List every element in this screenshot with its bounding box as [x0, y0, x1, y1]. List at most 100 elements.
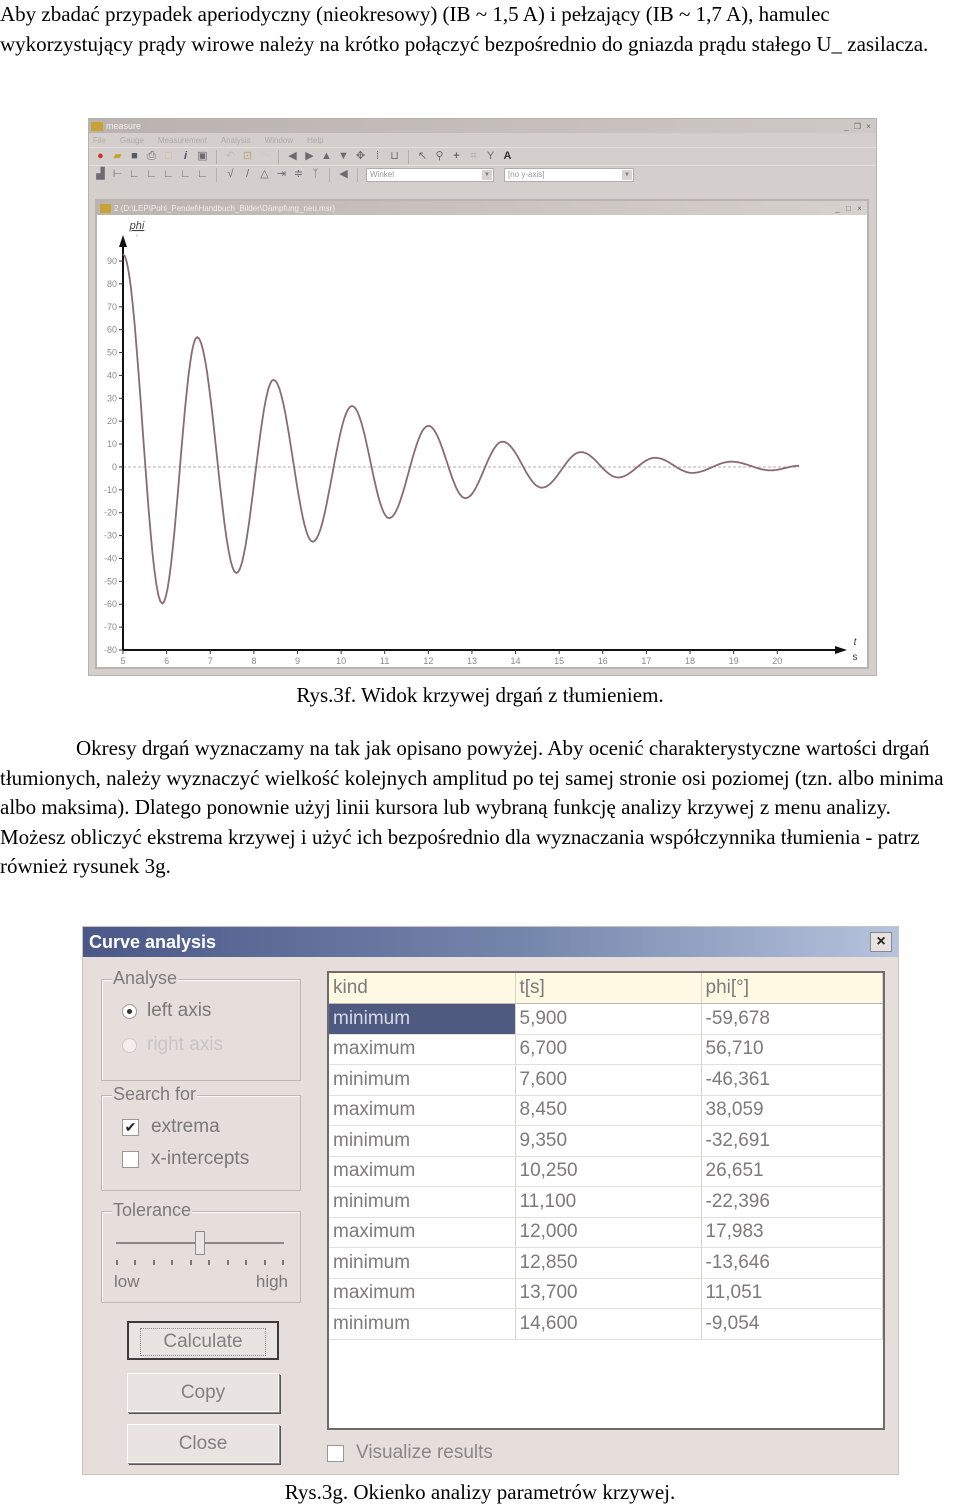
filter-icon[interactable]: ≑	[293, 169, 304, 180]
calculate-button[interactable]: Calculate	[127, 1321, 279, 1360]
clipboard-icon[interactable]: ⊡	[242, 151, 253, 162]
maximize-icon[interactable]: □	[844, 204, 853, 213]
cell-t[interactable]: 13,700	[515, 1278, 702, 1309]
cell-phi[interactable]: 56,710	[701, 1034, 883, 1065]
axis1-icon[interactable]: ∟	[129, 169, 140, 180]
close-icon[interactable]: ×	[864, 122, 873, 131]
up-icon[interactable]: ▲	[321, 151, 332, 162]
table-row[interactable]: maximum 6,700 56,710	[329, 1034, 883, 1065]
left-icon[interactable]: ◀	[287, 151, 298, 162]
cell-phi[interactable]: -9,054	[701, 1308, 883, 1340]
table-row[interactable]: maximum 12,000 17,983	[329, 1217, 883, 1248]
cell-t[interactable]: 8,450	[515, 1095, 702, 1126]
down-icon[interactable]: ▼	[338, 151, 349, 162]
move-icon[interactable]: ✥	[355, 151, 366, 162]
info-icon[interactable]: i	[180, 151, 191, 162]
x-intercepts-checkbox[interactable]: x-intercepts	[122, 1148, 249, 1170]
cell-t[interactable]: 10,250	[515, 1156, 702, 1187]
menu-help[interactable]: Help	[307, 136, 323, 145]
column-header-kind[interactable]: kind	[329, 973, 516, 1004]
arrow-icon[interactable]: ⇥	[276, 169, 287, 180]
crosshair-icon[interactable]: +	[451, 151, 462, 162]
restore-icon[interactable]: ❐	[853, 122, 862, 131]
menu-gauge[interactable]: Gauge	[120, 136, 144, 145]
cell-phi[interactable]: 17,983	[701, 1217, 883, 1248]
extrema-checkbox[interactable]: ✔ extrema	[122, 1116, 220, 1138]
cell-t[interactable]: 9,350	[515, 1125, 702, 1157]
close-icon[interactable]: ×	[855, 204, 864, 213]
cell-phi[interactable]: -46,361	[701, 1064, 883, 1096]
table-row[interactable]: maximum 8,450 38,059	[329, 1095, 883, 1126]
cell-kind[interactable]: maximum	[329, 1034, 516, 1065]
pointer-icon[interactable]: ↖	[417, 151, 428, 162]
menu-measurement[interactable]: Measurement	[158, 136, 207, 145]
cell-kind[interactable]: maximum	[329, 1156, 516, 1187]
cell-kind[interactable]: maximum	[329, 1217, 516, 1248]
close-icon[interactable]: ×	[870, 932, 892, 952]
cell-phi[interactable]: 38,059	[701, 1095, 883, 1126]
cell-phi[interactable]: -22,396	[701, 1186, 883, 1218]
zoom-x-icon[interactable]: ⁞	[372, 151, 383, 162]
table-row[interactable]: maximum 10,250 26,651	[329, 1156, 883, 1187]
tolerance-slider-thumb[interactable]	[195, 1231, 205, 1255]
cell-phi[interactable]: -32,691	[701, 1125, 883, 1157]
axis4-icon[interactable]: ∟	[180, 169, 191, 180]
table-row[interactable]: minimum 7,600 -46,361	[329, 1064, 883, 1096]
print-icon[interactable]: ⎙	[146, 151, 157, 162]
cell-t[interactable]: 7,600	[515, 1064, 702, 1096]
menu-file[interactable]: File	[93, 136, 106, 145]
text-icon[interactable]: A	[502, 151, 513, 162]
cell-kind[interactable]: minimum	[329, 1186, 516, 1218]
undo-icon[interactable]: ↶	[225, 151, 236, 162]
menu-window[interactable]: Window	[265, 136, 293, 145]
visualize-results-checkbox[interactable]: Visualize results	[327, 1442, 493, 1464]
cell-kind[interactable]: minimum	[329, 1064, 516, 1096]
menu-analysis[interactable]: Analysis	[221, 136, 251, 145]
fit-icon[interactable]: √	[225, 169, 236, 180]
chevron-down-icon[interactable]: ▼	[622, 169, 632, 180]
column-header-phi[interactable]: phi[°]	[701, 973, 883, 1004]
cell-kind[interactable]: maximum	[329, 1278, 516, 1309]
marker-icon[interactable]: Y	[485, 151, 496, 162]
redo-icon[interactable]: ↷	[259, 151, 270, 162]
curve-icon[interactable]: ⊢	[112, 169, 123, 180]
axis2-icon[interactable]: ∟	[146, 169, 157, 180]
axis5-icon[interactable]: ∟	[197, 169, 208, 180]
right-icon[interactable]: ▶	[304, 151, 315, 162]
cell-t[interactable]: 14,600	[515, 1308, 702, 1340]
cell-kind[interactable]: minimum	[329, 1247, 516, 1279]
tool-icon[interactable]: ᛉ	[310, 169, 321, 180]
minimize-icon[interactable]: _	[833, 204, 842, 213]
cell-kind[interactable]: minimum	[329, 1003, 516, 1035]
table-row[interactable]: minimum 9,350 -32,691	[329, 1125, 883, 1157]
table-row[interactable]: minimum 14,600 -9,054	[329, 1308, 883, 1340]
cell-kind[interactable]: maximum	[329, 1095, 516, 1126]
cell-phi[interactable]: 26,651	[701, 1156, 883, 1187]
zoom-y-icon[interactable]: ⊔	[389, 151, 400, 162]
column-header-t[interactable]: t[s]	[515, 973, 702, 1004]
grid-icon[interactable]: ⌗	[468, 151, 479, 162]
save-icon[interactable]: ■	[129, 151, 140, 162]
table-row[interactable]: minimum 12,850 -13,646	[329, 1247, 883, 1279]
minimize-icon[interactable]: _	[842, 122, 851, 131]
window-icon[interactable]: □	[163, 151, 174, 162]
table-row[interactable]: maximum 13,700 11,051	[329, 1278, 883, 1309]
image-icon[interactable]: ▣	[197, 151, 208, 162]
y-axis-select[interactable]: [no y-axis] ▼	[504, 167, 634, 182]
pen-icon[interactable]: /	[242, 169, 253, 180]
cell-t[interactable]: 11,100	[515, 1186, 702, 1218]
histogram-icon[interactable]: ▟	[95, 169, 106, 180]
table-row[interactable]: minimum 11,100 -22,396	[329, 1186, 883, 1218]
measure-icon[interactable]: △	[259, 169, 270, 180]
cell-phi[interactable]: -59,678	[701, 1003, 883, 1035]
cell-t[interactable]: 6,700	[515, 1034, 702, 1065]
cell-phi[interactable]: 11,051	[701, 1278, 883, 1309]
open-icon[interactable]: ▰	[112, 151, 123, 162]
table-row[interactable]: minimum 5,900 -59,678	[329, 1003, 883, 1035]
magnifier-icon[interactable]: ⚲	[434, 151, 445, 162]
axis3-icon[interactable]: ∟	[163, 169, 174, 180]
cell-t[interactable]: 12,850	[515, 1247, 702, 1279]
copy-button[interactable]: Copy	[127, 1373, 279, 1412]
record-icon[interactable]: ●	[95, 151, 106, 162]
sound-icon[interactable]: ◀	[338, 169, 349, 180]
